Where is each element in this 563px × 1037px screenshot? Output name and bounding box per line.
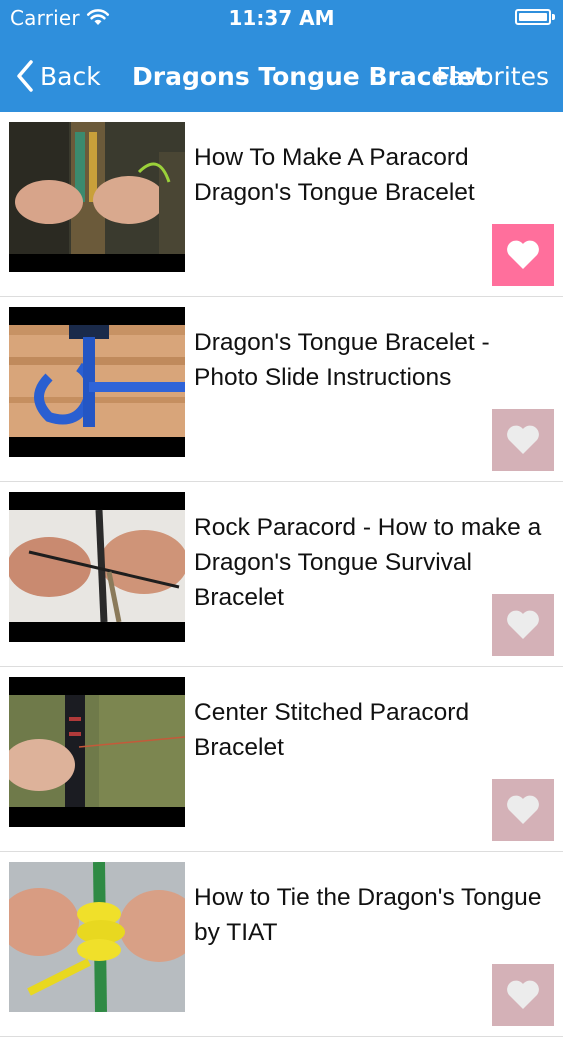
navigation-bar: Back Dragons Tongue Bracelet Favorites (0, 44, 563, 112)
heart-icon (507, 795, 539, 824)
video-thumbnail (9, 677, 185, 827)
heart-icon (507, 980, 539, 1009)
favorites-button[interactable]: Favorites (436, 62, 549, 91)
heart-icon (507, 240, 539, 269)
heart-icon (507, 425, 539, 454)
item-title: Center Stitched Paracord Bracelet (194, 699, 470, 761)
favorite-button[interactable] (492, 779, 554, 841)
list-item[interactable]: How to Tie the Dragon's Tongue by TIAT (0, 852, 563, 1037)
favorite-button[interactable] (492, 224, 554, 286)
favorite-button[interactable] (492, 409, 554, 471)
battery-icon (515, 9, 551, 25)
back-label: Back (40, 61, 101, 91)
list-item[interactable]: Center Stitched Paracord Bracelet (0, 667, 563, 852)
list-item[interactable]: Dragon's Tongue Bracelet - Photo Slide I… (0, 297, 563, 482)
back-button[interactable]: Back (14, 56, 101, 96)
status-bar: Carrier 11:37 AM (0, 0, 563, 36)
video-thumbnail (9, 492, 185, 642)
status-time: 11:37 AM (228, 6, 335, 30)
page-title: Dragons Tongue Bracelet (132, 62, 486, 91)
favorite-button[interactable] (492, 964, 554, 1026)
video-thumbnail (9, 122, 185, 272)
item-title: How To Make A Paracord Dragon's Tongue B… (194, 144, 475, 206)
heart-icon (507, 610, 539, 639)
battery-tip (552, 14, 555, 20)
list-item[interactable]: How To Make A Paracord Dragon's Tongue B… (0, 112, 563, 297)
list-item[interactable]: Rock Paracord - How to make a Dragon's T… (0, 482, 563, 667)
header: Carrier 11:37 AM Back Dragons Tongue Bra… (0, 0, 563, 112)
item-title: How to Tie the Dragon's Tongue by TIAT (194, 884, 542, 946)
item-title: Dragon's Tongue Bracelet - Photo Slide I… (194, 329, 490, 391)
chevron-left-icon (17, 60, 33, 92)
video-thumbnail (9, 862, 185, 1012)
video-list: How To Make A Paracord Dragon's Tongue B… (0, 112, 563, 1037)
video-thumbnail (9, 307, 185, 457)
favorite-button[interactable] (492, 594, 554, 656)
